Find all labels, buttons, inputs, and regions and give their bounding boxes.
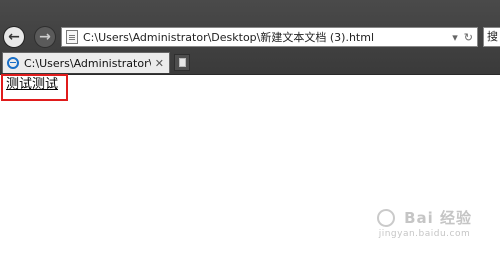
browser-chrome: ← → C:\Users\Administrator\Desktop\新建文本文… (0, 0, 500, 75)
page-icon (66, 30, 78, 44)
watermark: Bai 经验 jingyan.baidu.com (376, 207, 472, 239)
watermark-url: jingyan.baidu.com (378, 229, 471, 239)
dropdown-icon[interactable]: ▾ (452, 31, 458, 44)
close-icon[interactable]: ✕ (155, 57, 164, 70)
arrow-right-icon: → (39, 29, 51, 45)
tab-active[interactable]: C:\Users\Administrator\... ✕ (2, 52, 170, 73)
refresh-icon[interactable]: ↻ (464, 31, 473, 44)
new-tab-button[interactable] (174, 54, 190, 71)
address-controls: ▾ ↻ (446, 31, 473, 44)
forward-button[interactable]: → (35, 27, 55, 47)
new-tab-icon (178, 58, 186, 67)
arrow-left-icon: ← (8, 29, 20, 45)
back-button[interactable]: ← (4, 27, 24, 47)
tab-label: C:\Users\Administrator\... (24, 56, 151, 70)
address-text[interactable]: C:\Users\Administrator\Desktop\新建文本文档 (3… (83, 29, 446, 45)
address-bar[interactable]: C:\Users\Administrator\Desktop\新建文本文档 (3… (61, 27, 478, 47)
baidu-logo-icon (376, 208, 395, 227)
watermark-brand: Bai 经验 (404, 209, 472, 227)
ie-icon (7, 57, 19, 69)
highlight-box (1, 74, 68, 101)
search-input[interactable]: 搜 (483, 27, 500, 47)
